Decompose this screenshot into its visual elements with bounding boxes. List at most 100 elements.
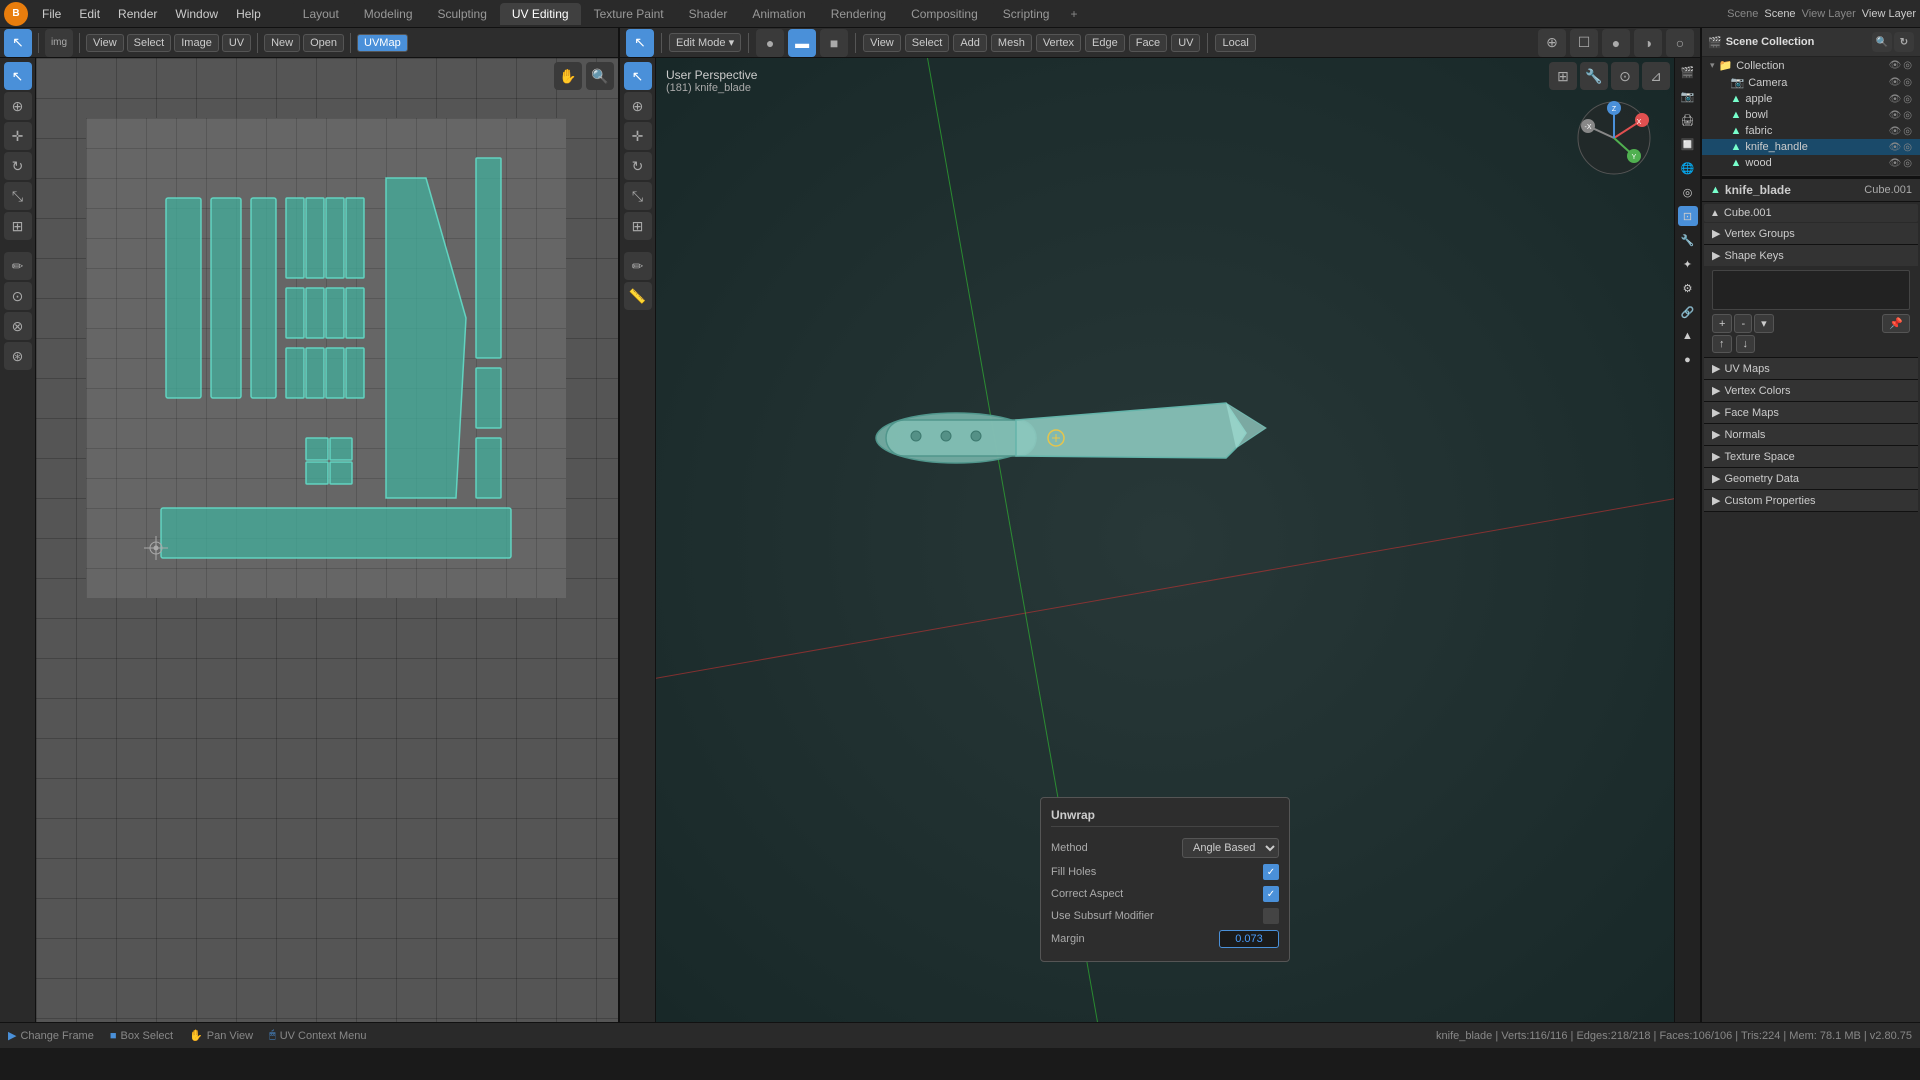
uv-header-grab[interactable]: ✋ [554, 62, 582, 90]
prop-header-datablock[interactable]: ▲ Cube.001 [1704, 204, 1918, 222]
vp-transform[interactable]: ⊞ [624, 212, 652, 240]
uv-uvmap-selector[interactable]: UVMap [357, 34, 408, 52]
uv-mode-dropdown[interactable]: img [45, 29, 73, 57]
vp-mode-dropdown[interactable]: Edit Mode ▾ [669, 33, 741, 52]
vp-canvas-area[interactable]: User Perspective (181) knife_blade [656, 58, 1674, 1022]
scene-item-bowl[interactable]: ▾ ▲ bowl 👁 ◎ [1702, 107, 1920, 123]
unwrap-method-dropdown[interactable]: Angle Based [1182, 838, 1279, 858]
menu-file[interactable]: File [34, 5, 69, 23]
scene-item-knife-handle[interactable]: ▾ ▲ knife_handle 👁 ◎ [1702, 139, 1920, 155]
tab-animation[interactable]: Animation [740, 3, 817, 25]
vp-rotate[interactable]: ↻ [624, 152, 652, 180]
vp-move[interactable]: ✛ [624, 122, 652, 150]
collection-sel[interactable]: ◎ [1903, 60, 1912, 71]
vp-mesh-menu[interactable]: Mesh [991, 34, 1032, 52]
vertex-colors-header[interactable]: ▶ Vertex Colors [1704, 380, 1918, 401]
face-maps-header[interactable]: ▶ Face Maps [1704, 402, 1918, 423]
vp-cursor[interactable]: ⊕ [624, 92, 652, 120]
scene-name[interactable]: Scene [1764, 8, 1795, 20]
vp-annotate[interactable]: ✏ [624, 252, 652, 280]
props-view-layer-icon[interactable]: 🔲 [1678, 134, 1698, 154]
vp-shading-rendered[interactable]: ○ [1666, 29, 1694, 57]
collection-vis[interactable]: 👁 [1889, 60, 1902, 71]
vp-edge-mode[interactable]: ▬ [788, 29, 816, 57]
uv-smooth-tool[interactable]: ⊛ [4, 342, 32, 370]
uv-canvas[interactable]: ✋ 🔍 [36, 58, 618, 1022]
scene-item-apple[interactable]: ▾ ▲ apple 👁 ◎ [1702, 91, 1920, 107]
menu-help[interactable]: Help [228, 5, 269, 23]
uv-rotate-tool[interactable]: ↻ [4, 152, 32, 180]
vp-face-mode[interactable]: ■ [820, 29, 848, 57]
tab-compositing[interactable]: Compositing [899, 3, 990, 25]
vp-scale[interactable]: ⤡ [624, 182, 652, 210]
vp-shading-solid[interactable]: ● [1602, 29, 1630, 57]
props-object-icon[interactable]: ⊡ [1678, 206, 1698, 226]
uv-annotate-tool[interactable]: ✏ [4, 252, 32, 280]
vp-add-menu[interactable]: Add [953, 34, 987, 52]
uv-view-menu[interactable]: View [86, 34, 124, 52]
sk-down[interactable]: ↓ [1736, 335, 1756, 353]
tab-sculpting[interactable]: Sculpting [426, 3, 499, 25]
uv-new-button[interactable]: New [264, 34, 300, 52]
vp-view-menu[interactable]: View [863, 34, 901, 52]
uv-transform-tool[interactable]: ⊞ [4, 212, 32, 240]
sk-remove[interactable]: - [1734, 314, 1752, 333]
vp-transform-space[interactable]: Local [1215, 34, 1255, 52]
props-output-icon[interactable]: 🖨 [1678, 110, 1698, 130]
props-physics-icon[interactable]: ⚙ [1678, 278, 1698, 298]
uv-uv-menu[interactable]: UV [222, 34, 251, 52]
props-particles-icon[interactable]: ✦ [1678, 254, 1698, 274]
vp-face-menu[interactable]: Face [1129, 34, 1167, 52]
sk-add[interactable]: + [1712, 314, 1732, 333]
uv-maps-header[interactable]: ▶ UV Maps [1704, 358, 1918, 379]
uv-image-menu[interactable]: Image [174, 34, 219, 52]
uv-pinch-tool[interactable]: ⊗ [4, 312, 32, 340]
menu-render[interactable]: Render [110, 5, 165, 23]
menu-edit[interactable]: Edit [71, 5, 108, 23]
props-modifier-icon[interactable]: 🔧 [1678, 230, 1698, 250]
uv-move-tool[interactable]: ✛ [4, 122, 32, 150]
shape-keys-header[interactable]: ▶ Shape Keys [1704, 245, 1918, 266]
scene-item-wood[interactable]: ▾ ▲ wood 👁 ◎ [1702, 155, 1920, 171]
outliner-filter[interactable]: 🔍 [1872, 32, 1892, 52]
normals-header[interactable]: ▶ Normals [1704, 424, 1918, 445]
uv-select-menu[interactable]: Select [127, 34, 172, 52]
tab-shader[interactable]: Shader [677, 3, 740, 25]
sk-pin[interactable]: 📌 [1882, 314, 1910, 333]
props-constraints-icon[interactable]: 🔗 [1678, 302, 1698, 322]
props-data-icon[interactable]: ▲ [1678, 326, 1698, 346]
tab-uv-editing[interactable]: UV Editing [500, 3, 581, 25]
uv-select-tool[interactable]: ↖ [4, 29, 32, 57]
unwrap-margin-value[interactable]: 0.073 [1219, 930, 1279, 948]
menu-window[interactable]: Window [167, 5, 226, 23]
add-workspace-button[interactable]: + [1062, 3, 1085, 25]
vp-select-box[interactable]: ↖ [624, 62, 652, 90]
props-scene2-icon[interactable]: 🌐 [1678, 158, 1698, 178]
vp-measure[interactable]: 📏 [624, 282, 652, 310]
uv-open-button[interactable]: Open [303, 34, 344, 52]
unwrap-subsurf-check[interactable] [1263, 908, 1279, 924]
scene-item-camera[interactable]: ▾ 📷 Camera 👁 ◎ [1702, 74, 1920, 91]
vp-shading-mat[interactable]: ◑ [1634, 29, 1662, 57]
outliner-sync[interactable]: ↻ [1894, 32, 1914, 52]
scene-item-collection[interactable]: ▾ 📁 Collection 👁 ◎ [1702, 57, 1920, 74]
custom-props-header[interactable]: ▶ Custom Properties [1704, 490, 1918, 511]
vp-vertex-menu[interactable]: Vertex [1036, 34, 1081, 52]
tab-modeling[interactable]: Modeling [352, 3, 425, 25]
uv-grab-tool[interactable]: ⊙ [4, 282, 32, 310]
navigation-gizmo[interactable]: X -X Y Z [1574, 98, 1654, 178]
tab-texture-paint[interactable]: Texture Paint [582, 3, 676, 25]
uv-cursor-tool[interactable]: ⊕ [4, 92, 32, 120]
unwrap-correct-aspect-check[interactable]: ✓ [1263, 886, 1279, 902]
vp-icon-mirror[interactable]: ⊿ [1642, 62, 1670, 90]
uv-header-zoom[interactable]: 🔍 [586, 62, 614, 90]
tab-rendering[interactable]: Rendering [819, 3, 898, 25]
uv-select-box-tool[interactable]: ↖ [4, 62, 32, 90]
tab-scripting[interactable]: Scripting [991, 3, 1062, 25]
uv-scale-tool[interactable]: ⤡ [4, 182, 32, 210]
vp-xray-btn[interactable]: ☐ [1570, 29, 1598, 57]
vp-icon-snap[interactable]: 🔧 [1580, 62, 1608, 90]
vp-icon-prop[interactable]: ⊙ [1611, 62, 1639, 90]
vp-select-menu[interactable]: Select [905, 34, 950, 52]
scene-selector[interactable]: Scene [1727, 8, 1758, 20]
